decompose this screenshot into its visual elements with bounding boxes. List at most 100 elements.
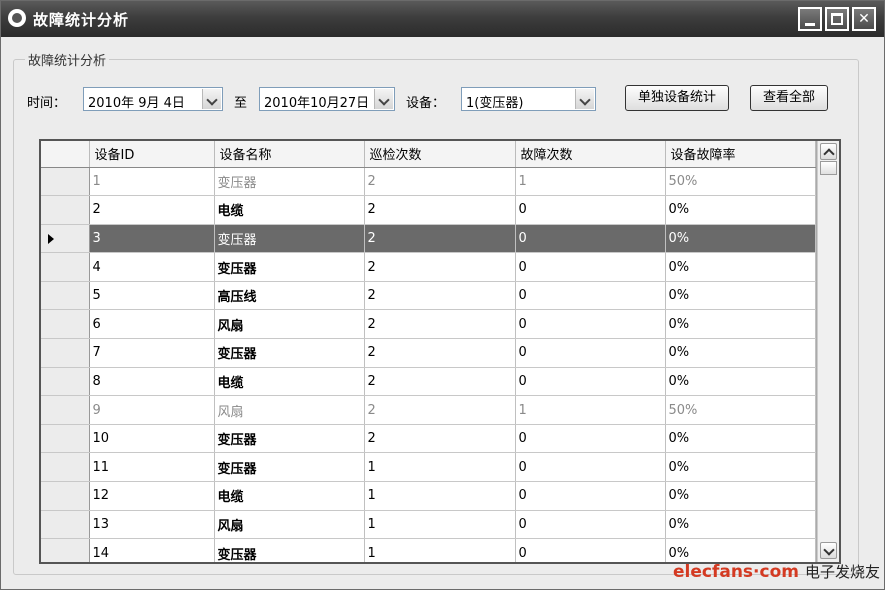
table-cell[interactable]: 电缆 xyxy=(214,367,365,397)
table-cell[interactable]: 50% xyxy=(665,395,816,425)
table-cell[interactable]: 0 xyxy=(515,195,666,225)
table-row[interactable]: 11 变压器 1 0 0% xyxy=(41,452,816,483)
title-bar[interactable]: 故障统计分析 ✕ xyxy=(1,1,884,37)
end-date-dropdown-icon[interactable] xyxy=(374,89,393,109)
table-cell[interactable]: 2 xyxy=(364,224,516,254)
table-cell[interactable]: 0 xyxy=(515,481,666,511)
row-header[interactable] xyxy=(41,309,90,340)
maximize-button[interactable] xyxy=(825,7,849,31)
table-cell[interactable]: 变压器 xyxy=(214,167,365,197)
table-cell[interactable]: 2 xyxy=(364,167,516,197)
table-cell[interactable]: 1 xyxy=(364,452,516,483)
start-date-picker[interactable]: 2010年 9月 4日 xyxy=(83,87,223,111)
table-row[interactable]: 8 电缆 2 0 0% xyxy=(41,367,816,397)
table-row[interactable]: 13 风扇 1 0 0% xyxy=(41,510,816,540)
table-row[interactable]: 10 变压器 2 0 0% xyxy=(41,424,816,454)
table-cell[interactable]: 2 xyxy=(364,395,516,425)
table-cell[interactable]: 14 xyxy=(89,538,215,562)
table-row[interactable]: 5 高压线 2 0 0% xyxy=(41,281,816,311)
table-cell[interactable]: 9 xyxy=(89,395,215,425)
table-row[interactable]: 6 风扇 2 0 0% xyxy=(41,309,816,340)
table-cell[interactable]: 变压器 xyxy=(214,338,365,368)
table-cell[interactable]: 0 xyxy=(515,224,666,254)
end-date-picker[interactable]: 2010年10月27日 xyxy=(259,87,395,111)
table-cell[interactable]: 13 xyxy=(89,510,215,540)
table-cell[interactable]: 8 xyxy=(89,367,215,397)
scroll-thumb[interactable] xyxy=(820,161,837,175)
table-row[interactable]: 3 变压器 2 0 0% xyxy=(41,224,816,254)
row-header[interactable] xyxy=(41,452,90,483)
table-cell[interactable]: 2 xyxy=(364,367,516,397)
table-cell[interactable]: 变压器 xyxy=(214,538,365,562)
table-cell[interactable]: 0% xyxy=(665,281,816,311)
row-header[interactable] xyxy=(41,252,90,282)
table-cell[interactable]: 11 xyxy=(89,452,215,483)
table-cell[interactable]: 风扇 xyxy=(214,510,365,540)
table-cell[interactable]: 1 xyxy=(515,167,666,197)
table-cell[interactable]: 风扇 xyxy=(214,395,365,425)
table-cell[interactable]: 0 xyxy=(515,538,666,562)
device-select[interactable]: 1(变压器) xyxy=(461,87,596,111)
table-cell[interactable]: 电缆 xyxy=(214,195,365,225)
table-cell[interactable]: 变压器 xyxy=(214,224,365,254)
table-cell[interactable]: 2 xyxy=(364,252,516,282)
row-header[interactable] xyxy=(41,395,90,425)
table-cell[interactable]: 2 xyxy=(364,309,516,340)
table-cell[interactable]: 4 xyxy=(89,252,215,282)
row-header[interactable] xyxy=(41,338,90,368)
table-cell[interactable]: 6 xyxy=(89,309,215,340)
table-cell[interactable]: 0 xyxy=(515,309,666,340)
table-row[interactable]: 7 变压器 2 0 0% xyxy=(41,338,816,368)
column-header[interactable]: 巡检次数 xyxy=(364,141,516,168)
table-cell[interactable]: 1 xyxy=(364,481,516,511)
table-cell[interactable]: 0% xyxy=(665,452,816,483)
table-cell[interactable]: 0 xyxy=(515,510,666,540)
table-row[interactable]: 12 电缆 1 0 0% xyxy=(41,481,816,511)
table-row[interactable]: 4 变压器 2 0 0% xyxy=(41,252,816,282)
table-cell[interactable]: 变压器 xyxy=(214,424,365,454)
table-cell[interactable]: 10 xyxy=(89,424,215,454)
minimize-button[interactable] xyxy=(798,7,822,31)
table-cell[interactable]: 12 xyxy=(89,481,215,511)
table-cell[interactable]: 1 xyxy=(364,538,516,562)
table-cell[interactable]: 0 xyxy=(515,367,666,397)
view-all-button[interactable]: 查看全部 xyxy=(750,85,828,111)
row-header[interactable] xyxy=(41,367,90,397)
table-cell[interactable]: 0 xyxy=(515,424,666,454)
table-cell[interactable]: 0% xyxy=(665,195,816,225)
table-cell[interactable]: 0% xyxy=(665,481,816,511)
table-cell[interactable]: 1 xyxy=(364,510,516,540)
close-button[interactable]: ✕ xyxy=(852,7,876,31)
table-cell[interactable]: 2 xyxy=(364,195,516,225)
fault-stats-grid[interactable]: 设备ID 设备名称 巡检次数 故障次数 设备故障率 1 变压器 2 1 50% 2 电缆 2 0… xyxy=(39,139,841,564)
row-header[interactable] xyxy=(41,224,90,254)
table-cell[interactable]: 高压线 xyxy=(214,281,365,311)
table-cell[interactable]: 0 xyxy=(515,338,666,368)
table-cell[interactable]: 0 xyxy=(515,252,666,282)
row-header[interactable] xyxy=(41,481,90,511)
table-cell[interactable]: 5 xyxy=(89,281,215,311)
table-cell[interactable]: 2 xyxy=(364,424,516,454)
table-cell[interactable]: 50% xyxy=(665,167,816,197)
table-cell[interactable]: 变压器 xyxy=(214,252,365,282)
vertical-scrollbar[interactable] xyxy=(817,141,839,562)
column-header[interactable]: 设备故障率 xyxy=(665,141,816,168)
table-cell[interactable]: 0% xyxy=(665,252,816,282)
table-cell[interactable]: 0% xyxy=(665,424,816,454)
table-cell[interactable]: 3 xyxy=(89,224,215,254)
table-cell[interactable]: 0% xyxy=(665,224,816,254)
table-cell[interactable]: 0 xyxy=(515,281,666,311)
table-row[interactable]: 9 风扇 2 1 50% xyxy=(41,395,816,425)
single-device-stats-button[interactable]: 单独设备统计 xyxy=(625,85,729,111)
table-cell[interactable]: 0% xyxy=(665,510,816,540)
scroll-up-icon[interactable] xyxy=(820,143,837,160)
table-cell[interactable]: 2 xyxy=(364,338,516,368)
start-date-dropdown-icon[interactable] xyxy=(202,89,221,109)
table-row[interactable]: 2 电缆 2 0 0% xyxy=(41,195,816,225)
row-header[interactable] xyxy=(41,510,90,540)
table-row[interactable]: 1 变压器 2 1 50% xyxy=(41,167,816,197)
row-header[interactable] xyxy=(41,281,90,311)
table-cell[interactable]: 0% xyxy=(665,338,816,368)
table-cell[interactable]: 变压器 xyxy=(214,452,365,483)
table-cell[interactable]: 7 xyxy=(89,338,215,368)
